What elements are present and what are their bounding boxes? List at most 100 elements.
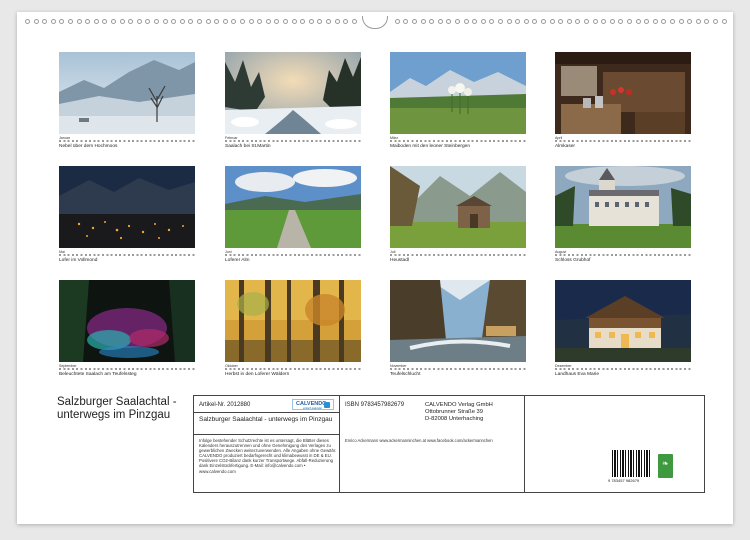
- month-tile-february: Februar Saalach bei St.Martin: [225, 52, 361, 149]
- divider: [194, 412, 339, 413]
- binding-ring: [68, 19, 73, 24]
- binding-ring: [678, 19, 684, 24]
- month-tile-july: Juli Heustadl: [390, 166, 526, 263]
- binding-ring: [283, 19, 288, 24]
- binding-ring: [231, 19, 237, 24]
- photo-caption: Schloss Grubhof: [555, 258, 591, 263]
- binding-ring: [635, 19, 641, 24]
- divider: [524, 396, 525, 492]
- legal-notice: Infolge bestehender Schutzrechte ist es …: [199, 438, 337, 474]
- photo-caption: Loferer Alm: [225, 258, 250, 263]
- month-tile-january: Januar Nebel über dem Hochmoos: [59, 52, 195, 149]
- binding-ring: [188, 19, 194, 24]
- photo-hay-barn: [390, 166, 526, 248]
- binding-ring: [76, 19, 82, 24]
- binding-ring: [463, 19, 469, 24]
- calendar-title: Salzburger Saalachtal - unterwegs im Pin…: [57, 396, 177, 421]
- binding-ring: [25, 19, 30, 24]
- binding-ring: [455, 19, 460, 24]
- photo-caption: Landhaus Eva Marie: [555, 372, 599, 377]
- binding-ring: [145, 19, 151, 24]
- binding-ring: [480, 19, 486, 24]
- month-tile-may: Mai Lofer im Vollmond: [59, 166, 195, 263]
- photo-caption: Teufelschlucht: [390, 372, 421, 377]
- binding-ring: [575, 19, 581, 24]
- binding-ring: [515, 19, 521, 24]
- photo-gorge-river: [390, 280, 526, 362]
- binding-ring: [326, 19, 331, 24]
- binding-ring: [661, 19, 667, 24]
- binding-ring: [601, 19, 607, 24]
- photographer-credits: Enrico Ackermann www.ackermanninchen.at …: [345, 438, 493, 443]
- binding-ring: [412, 19, 417, 24]
- publisher-line: Ottobrunner Straße 39: [425, 408, 484, 415]
- binding-ring: [343, 19, 349, 24]
- spiral-binding: [17, 16, 733, 30]
- photo-caption: Nebel über dem Hochmoos: [59, 144, 118, 149]
- month-tile-december: Dezember Landhaus Eva Marie: [555, 280, 691, 377]
- binding-ring: [609, 19, 615, 24]
- binding-ring: [119, 19, 125, 24]
- divider: [339, 396, 340, 492]
- binding-ring: [498, 19, 503, 24]
- binding-ring: [592, 19, 598, 24]
- barcode-number: 9 783457 982679: [608, 478, 640, 483]
- binding-ring: [506, 19, 512, 24]
- photo-caption: Heustadl: [390, 258, 409, 263]
- binding-ring: [162, 19, 168, 24]
- photo-caption: Saalach bei St.Martin: [225, 144, 271, 149]
- binding-ring: [42, 19, 48, 24]
- month-tile-september: September Beleuchtete Saalach am Teufels…: [59, 280, 195, 377]
- binding-ring: [179, 19, 185, 24]
- binding-ring: [317, 19, 323, 24]
- photo-spring-meadow: [390, 52, 526, 134]
- day-grid: [555, 254, 691, 256]
- binding-ring: [472, 19, 478, 24]
- binding-ring: [351, 19, 357, 24]
- binding-ring: [713, 19, 718, 24]
- binding-ring: [154, 19, 159, 24]
- calvendo-logo: CALVENDO einfach kalender: [292, 399, 334, 410]
- binding-ring: [437, 19, 443, 24]
- month-tile-march: März Maiboden mit den leoner Steinbergen: [390, 52, 526, 149]
- binding-ring: [334, 19, 340, 24]
- photo-autumn-forest: [225, 280, 361, 362]
- day-grid: [59, 140, 195, 142]
- binding-ring: [532, 19, 538, 24]
- binding-ring: [308, 19, 314, 24]
- photo-caption: Beleuchtete Saalach am Teufelssteg: [59, 372, 137, 377]
- month-tile-april: April Almkaser: [555, 52, 691, 149]
- binding-ring: [291, 19, 297, 24]
- photo-illuminated-gorge: [59, 280, 195, 362]
- binding-ring: [300, 19, 306, 24]
- binding-ring: [721, 19, 727, 24]
- product-title: Salzburger Saalachtal - unterwegs im Pin…: [199, 416, 333, 423]
- binding-ring: [584, 19, 589, 24]
- binding-ring: [704, 19, 710, 24]
- binding-ring: [687, 19, 693, 24]
- article-number: Artikel-Nr. 2012880: [199, 402, 251, 408]
- photo-night-village: [59, 166, 195, 248]
- day-grid: [390, 254, 526, 256]
- photo-foggy-moor: [59, 52, 195, 134]
- photo-country-house: [555, 280, 691, 362]
- binding-ring: [33, 19, 39, 24]
- leaf-icon: ❧: [662, 459, 669, 468]
- logo-mark-icon: [324, 402, 330, 408]
- binding-ring: [85, 19, 91, 24]
- logo-subtitle: einfach kalender: [303, 406, 323, 410]
- binding-ring: [670, 19, 675, 24]
- photo-caption: Maiboden mit den leoner Steinbergen: [390, 144, 471, 149]
- binding-ring: [549, 19, 555, 24]
- binding-ring: [618, 19, 624, 24]
- binding-ring: [541, 19, 546, 24]
- month-tile-november: November Teufelschlucht: [390, 280, 526, 377]
- binding-ring: [566, 19, 572, 24]
- day-grid: [390, 140, 526, 142]
- photo-caption: Almkaser: [555, 144, 575, 149]
- binding-ring: [102, 19, 108, 24]
- barcode: [612, 450, 652, 477]
- binding-ring: [695, 19, 701, 24]
- fsc-eco-label: ❧: [658, 454, 673, 478]
- binding-ring: [214, 19, 220, 24]
